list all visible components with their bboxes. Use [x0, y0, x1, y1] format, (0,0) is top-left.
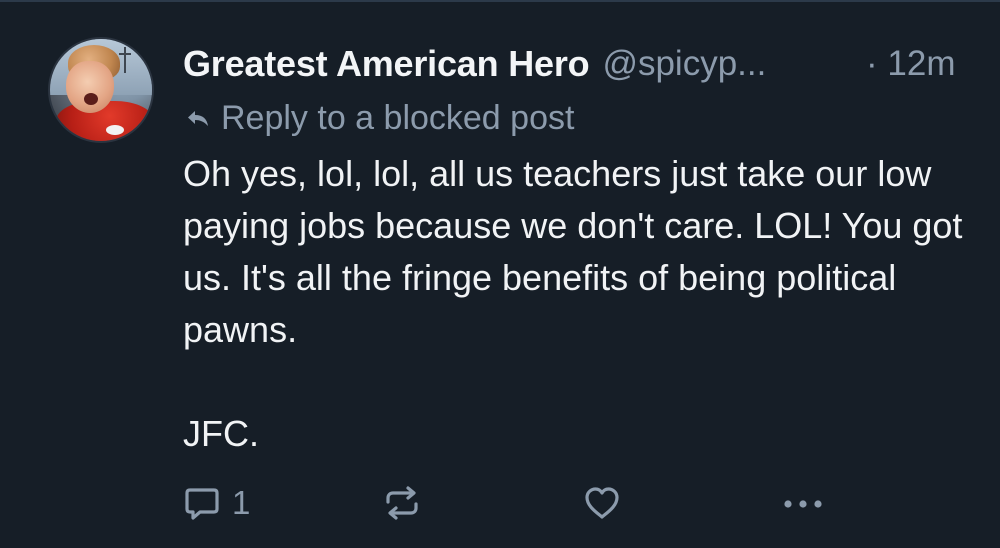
author-display-name[interactable]: Greatest American Hero: [183, 43, 590, 85]
post-text-paragraph: Oh yes, lol, lol, all us teachers just t…: [183, 153, 963, 350]
ellipsis-icon: [778, 483, 828, 523]
author-handle[interactable]: @spicyp...: [602, 44, 766, 84]
timestamp-value: 12m: [887, 44, 956, 83]
reply-count: 1: [232, 484, 251, 521]
avatar-emblem: [106, 125, 124, 135]
avatar-suit: [56, 101, 152, 141]
post-text-paragraph: JFC.: [183, 413, 259, 454]
avatar-face: [66, 61, 114, 113]
avatar-pole: [124, 47, 126, 73]
avatar[interactable]: [48, 37, 154, 143]
comment-bubble-icon: [182, 483, 222, 523]
reply-context[interactable]: Reply to a blocked post: [183, 96, 574, 140]
heart-icon: [582, 483, 622, 523]
post-timestamp[interactable]: · 12m: [866, 40, 955, 88]
avatar-mouth: [84, 93, 98, 105]
more-options-button[interactable]: [778, 478, 828, 528]
post-actions: 1: [0, 478, 1000, 528]
reply-context-label: Reply to a blocked post: [221, 98, 575, 137]
repost-arrows-icon: [382, 483, 422, 523]
post-card[interactable]: Greatest American Hero @spicyp... · 12m …: [0, 0, 1000, 548]
repost-button[interactable]: [382, 478, 422, 528]
reply-button[interactable]: 1: [182, 478, 250, 528]
avatar-pole-crossbar: [119, 53, 131, 55]
like-button[interactable]: [582, 478, 622, 528]
post-header: Greatest American Hero @spicyp...: [183, 40, 766, 88]
timestamp-separator: ·: [866, 44, 878, 83]
reply-arrow-icon: [185, 105, 211, 131]
post-text: Oh yes, lol, lol, all us teachers just t…: [183, 148, 983, 460]
